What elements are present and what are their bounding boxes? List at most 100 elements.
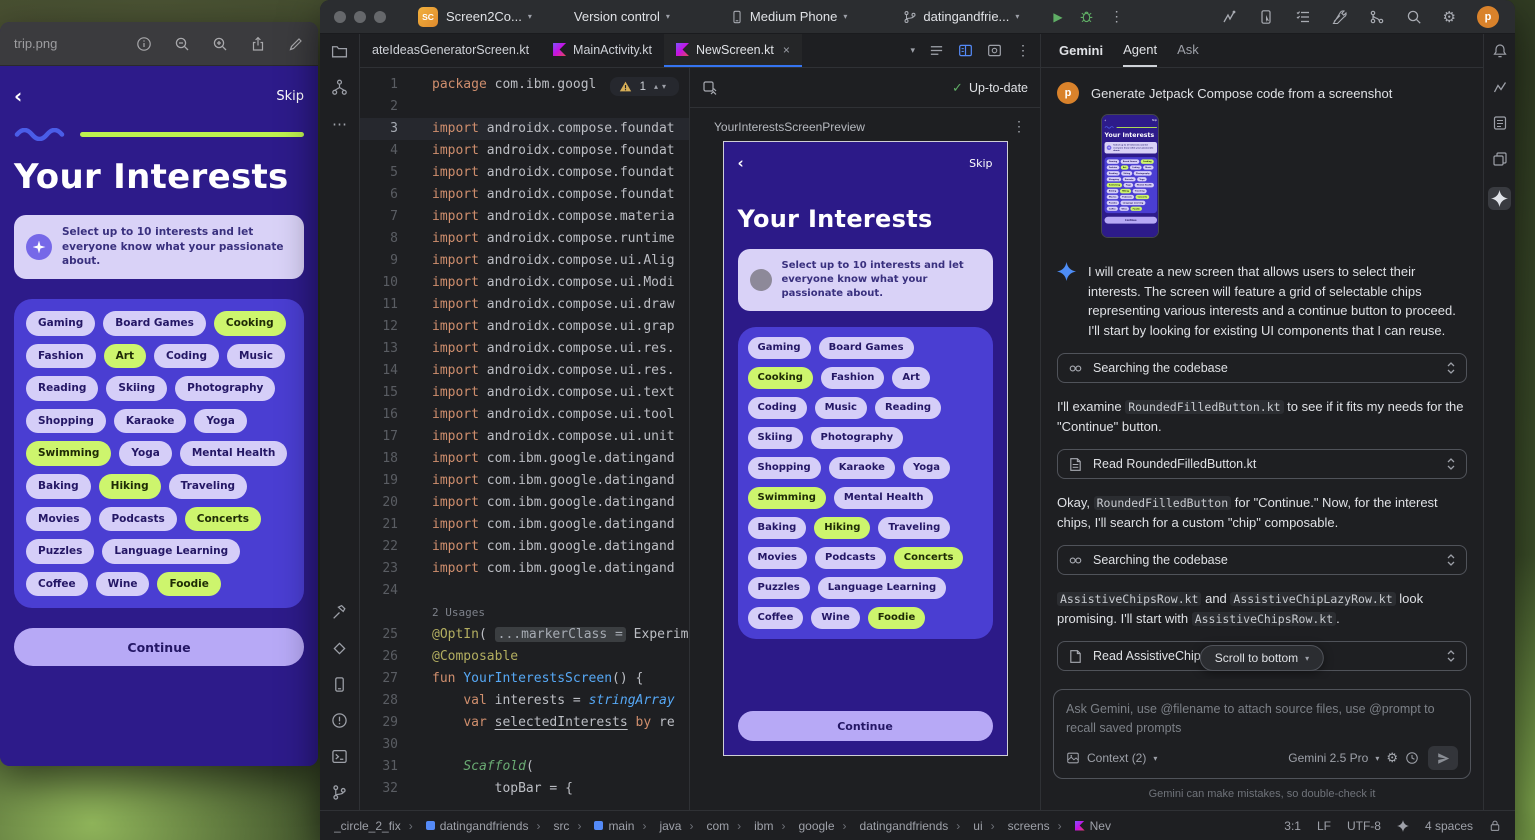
gemini-prompt-input[interactable] [1066, 700, 1458, 742]
device-manager-icon[interactable] [331, 676, 348, 693]
layers-icon[interactable] [1492, 151, 1508, 167]
expand-icon[interactable] [1446, 649, 1456, 663]
info-icon[interactable] [136, 36, 152, 52]
breadcrumb-item[interactable]: java [634, 819, 681, 833]
file-encoding[interactable]: UTF-8 [1347, 819, 1381, 833]
merge-icon[interactable] [1369, 9, 1385, 25]
squiggle-icon [14, 128, 72, 141]
code-view-icon[interactable] [929, 43, 944, 58]
gemini-spark-icon[interactable] [1397, 820, 1409, 832]
profiler-icon[interactable] [1221, 9, 1237, 25]
tool-step-search-1[interactable]: Searching the codebase [1057, 353, 1467, 383]
close-tab-icon[interactable]: × [783, 43, 790, 57]
context-selector[interactable]: Context (2) [1087, 751, 1146, 765]
device-selector[interactable]: Medium Phone▾ [722, 9, 855, 24]
lock-icon[interactable] [1489, 819, 1501, 832]
git-branch-icon[interactable] [331, 784, 348, 801]
share-icon[interactable] [250, 36, 266, 52]
project-selector[interactable]: Screen2Co...▾ [438, 9, 540, 24]
attached-screenshot-thumbnail[interactable]: ‹ Skip Your Interests Select up to 10 in… [1101, 114, 1159, 238]
phone-icon [730, 10, 744, 24]
inspections-widget[interactable]: 1 ▴▾ [610, 77, 679, 96]
expand-icon[interactable] [1446, 361, 1456, 375]
breadcrumb-item[interactable]: datingandfriends [835, 819, 949, 833]
preview-sync-status[interactable]: ✓ Up-to-date [952, 80, 1028, 96]
expand-icon[interactable] [1446, 457, 1456, 471]
caret-position[interactable]: 3:1 [1284, 819, 1301, 833]
build-hammer-icon[interactable] [331, 604, 348, 621]
split-view-icon[interactable] [958, 43, 973, 58]
tab-dateideasgeneratorscreen[interactable]: ateIdeasGeneratorScreen.kt [360, 34, 541, 67]
attach-context-icon[interactable] [1066, 751, 1080, 765]
profiler-icon[interactable] [1492, 79, 1508, 95]
breadcrumb-item[interactable]: _circle_2_fix [334, 819, 401, 833]
code-editor[interactable]: 1package com.ibm.googl23import androidx.… [360, 68, 690, 810]
traffic-lights[interactable] [334, 11, 386, 23]
breadcrumb-item[interactable]: datingandfriends [401, 819, 529, 833]
gemini-chat[interactable]: p Generate Jetpack Compose code from a s… [1041, 68, 1483, 679]
device-mirroring-icon[interactable] [1258, 9, 1274, 25]
zoom-out-icon[interactable] [174, 36, 190, 52]
breadcrumb-item[interactable]: ibm [729, 819, 773, 833]
run-button[interactable]: ▶ [1045, 10, 1070, 24]
tool-step-read-1[interactable]: Read RoundedFilledButton.kt [1057, 449, 1467, 479]
debug-button[interactable] [1071, 9, 1102, 24]
build-icon[interactable] [1332, 9, 1348, 25]
line-ending[interactable]: LF [1317, 819, 1331, 833]
expand-icon[interactable] [1446, 553, 1456, 567]
info-text: Select up to 10 interests and let everyo… [62, 225, 292, 269]
design-view-icon[interactable] [987, 43, 1002, 58]
breadcrumb-item[interactable]: com [681, 819, 729, 833]
more-icon[interactable]: ⋯ [332, 115, 347, 133]
interest-chip: Skiing [748, 427, 803, 449]
history-icon[interactable] [1405, 751, 1419, 765]
tab-newscreen[interactable]: NewScreen.kt× [664, 34, 802, 67]
breadcrumb-item[interactable]: google [773, 819, 834, 833]
breadcrumb-item[interactable]: screens [983, 819, 1050, 833]
user-avatar: p [1057, 82, 1079, 104]
search-codebase-icon [1068, 361, 1083, 376]
tab-agent[interactable]: Agent [1123, 34, 1157, 67]
tab-overflow-chevron-icon[interactable]: ▾ [910, 45, 915, 56]
breadcrumb-item[interactable]: src [528, 819, 569, 833]
gemini-spark-icon[interactable] [1488, 187, 1511, 210]
send-button[interactable] [1428, 746, 1458, 770]
git-branch-icon [903, 10, 917, 24]
interest-chip-grid: GamingBoard GamesCookingFashionArtCoding… [738, 327, 993, 639]
structure-icon[interactable] [331, 79, 348, 96]
interest-chip: Traveling [878, 517, 950, 539]
user-avatar[interactable]: p [1477, 6, 1499, 28]
notifications-bell-icon[interactable] [1492, 43, 1508, 59]
gemini-settings-icon[interactable]: ⚙ [1386, 750, 1398, 766]
editor-more-icon[interactable]: ⋮ [1016, 42, 1030, 59]
indent-setting[interactable]: 4 spaces [1425, 819, 1473, 833]
interest-chip: Traveling [169, 474, 247, 499]
scroll-to-bottom-button[interactable]: Scroll to bottom ▾ [1200, 645, 1324, 671]
branch-selector[interactable]: datingandfrie...▾ [895, 9, 1027, 24]
run-more-icon[interactable]: ⋮ [1102, 8, 1132, 25]
search-icon[interactable] [1406, 9, 1422, 25]
settings-icon[interactable]: ⚙ [1443, 8, 1456, 26]
project-folder-icon[interactable] [331, 43, 348, 60]
vcs-menu[interactable]: Version control▾ [566, 9, 678, 24]
ui-check-icon[interactable] [702, 80, 718, 96]
tab-ask[interactable]: Ask [1177, 34, 1199, 67]
breadcrumb-item[interactable]: ui [948, 819, 982, 833]
app-insights-icon[interactable] [331, 640, 348, 657]
preview-more-icon[interactable]: ⋮ [1012, 118, 1026, 135]
breadcrumb-item[interactable]: Nev [1050, 819, 1111, 833]
problems-icon[interactable] [331, 712, 348, 729]
task-list-icon[interactable] [1295, 9, 1311, 25]
tab-mainactivity[interactable]: MainActivity.kt [541, 34, 664, 67]
breadcrumb-item[interactable]: main [569, 819, 634, 833]
markup-pencil-icon[interactable] [288, 36, 304, 52]
model-selector[interactable]: Gemini 2.5 Pro [1288, 751, 1368, 765]
notes-icon[interactable] [1492, 115, 1508, 131]
interest-chip: Gaming [26, 311, 95, 336]
interest-chip: Music [815, 397, 867, 419]
progress-bar [80, 132, 304, 137]
tool-step-search-2[interactable]: Searching the codebase [1057, 545, 1467, 575]
terminal-icon[interactable] [331, 748, 348, 765]
preview-name[interactable]: YourInterestsScreenPreview [714, 120, 865, 134]
zoom-in-icon[interactable] [212, 36, 228, 52]
